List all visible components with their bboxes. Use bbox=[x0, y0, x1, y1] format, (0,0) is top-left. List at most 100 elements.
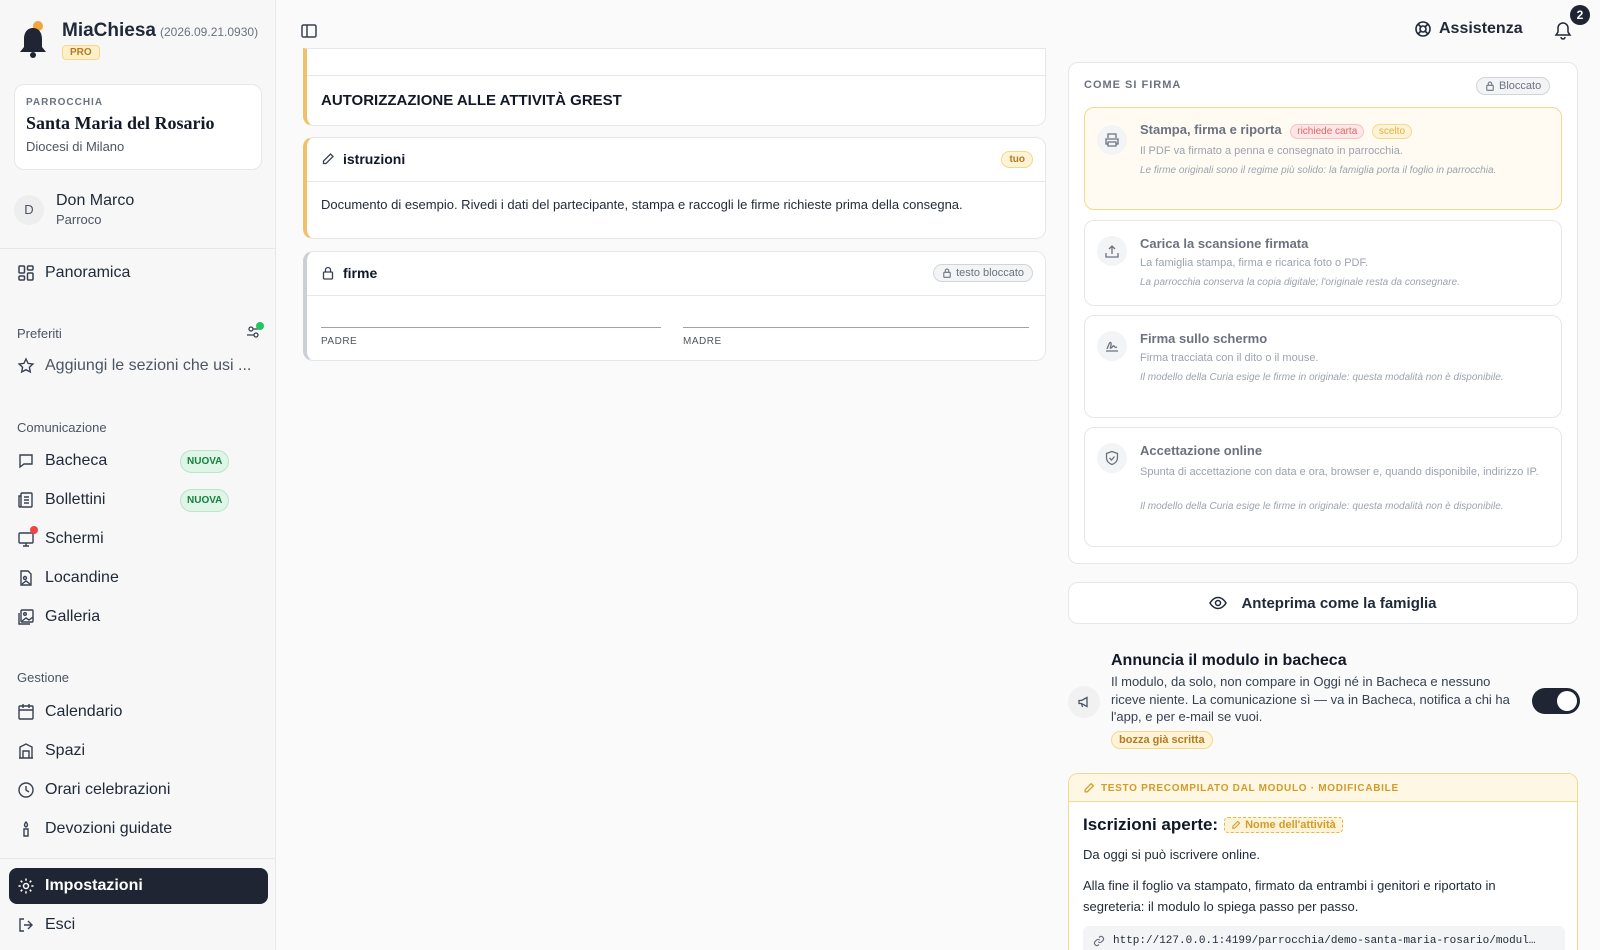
preview-label: Anteprima come la famiglia bbox=[1241, 594, 1437, 612]
signing-option-online[interactable]: Accettazione online Spunta di accettazio… bbox=[1084, 427, 1562, 547]
toggle-knob bbox=[1557, 691, 1577, 711]
new-badge: NUOVA bbox=[180, 489, 230, 512]
section-management: Gestione bbox=[17, 670, 70, 685]
draft-tag: bozza già scritta bbox=[1111, 731, 1213, 749]
locked-text-label: testo bloccato bbox=[956, 267, 1024, 279]
parish-name: Santa Maria del Rosario bbox=[26, 113, 215, 133]
parish-diocese: Diocesi di Milano bbox=[26, 139, 125, 154]
nav-label: Panoramica bbox=[45, 264, 131, 281]
nav-label: Bollettini bbox=[45, 491, 106, 508]
nav-item-locandine[interactable]: Locandine bbox=[17, 569, 262, 587]
clock-icon bbox=[17, 781, 35, 799]
nav-label: Impostazioni bbox=[45, 877, 143, 894]
option-title: Firma sullo schermo bbox=[1140, 331, 1268, 346]
notification-count-badge: 2 bbox=[1570, 5, 1590, 25]
nav-item-impostazioni-content[interactable]: Impostazioni bbox=[17, 877, 262, 895]
pencil-icon bbox=[1231, 820, 1241, 830]
nav-label: Esci bbox=[45, 916, 76, 933]
option-note: La parrocchia conserva la copia digitale… bbox=[1140, 277, 1460, 288]
signing-option-scan[interactable]: Carica la scansione firmata La famiglia … bbox=[1084, 220, 1562, 306]
printer-icon bbox=[1097, 125, 1127, 155]
chosen-tag: scelto bbox=[1371, 124, 1413, 139]
activity-name-placeholder[interactable]: Nome dell'attività bbox=[1224, 817, 1343, 833]
prefilled-line1: Da oggi si può iscrivere online. bbox=[1083, 847, 1261, 862]
section-favorites: Preferiti bbox=[17, 326, 62, 341]
document-title-card: AUTORIZZAZIONE ALLE ATTIVITÀ GREST bbox=[303, 48, 1046, 126]
option-note: Le firme originali sono il regime più so… bbox=[1140, 165, 1497, 176]
instructions-text: Documento di esempio. Rivedi i dati del … bbox=[321, 197, 963, 212]
logout-icon bbox=[17, 916, 35, 934]
gallery-icon bbox=[17, 608, 35, 626]
nav-item-devozioni[interactable]: Devozioni guidate bbox=[17, 820, 262, 838]
section-communication: Comunicazione bbox=[17, 420, 107, 435]
instructions-label: istruzioni bbox=[343, 151, 406, 167]
eye-icon bbox=[1209, 596, 1228, 610]
gear-icon bbox=[17, 877, 35, 895]
instructions-block[interactable]: istruzioni tuo Documento di esempio. Riv… bbox=[303, 137, 1046, 239]
nav-item-esci[interactable]: Esci bbox=[17, 916, 262, 934]
link-icon bbox=[1093, 935, 1105, 947]
nav-item-galleria[interactable]: Galleria bbox=[17, 608, 262, 626]
upload-icon bbox=[1097, 236, 1127, 266]
prefilled-link[interactable]: http://127.0.0.1:4199/parrocchia/demo-sa… bbox=[1083, 926, 1565, 950]
locked-text-tag: testo bloccato bbox=[933, 264, 1033, 282]
lock-icon bbox=[1485, 81, 1495, 91]
nav-label: Spazi bbox=[45, 742, 86, 759]
locked-label: Bloccato bbox=[1499, 80, 1542, 92]
parish-card[interactable]: PARROCCHIA Santa Maria del Rosario Dioce… bbox=[14, 84, 262, 170]
status-dot bbox=[256, 322, 264, 330]
nav-item-spazi[interactable]: Spazi bbox=[17, 742, 262, 760]
candle-icon bbox=[17, 820, 35, 838]
nav-item-schermi[interactable]: Schermi bbox=[17, 530, 262, 548]
lock-icon bbox=[942, 268, 952, 278]
megaphone-icon bbox=[1068, 686, 1100, 718]
nav-item-favorites-add[interactable]: Aggiungi le sezioni che usi ... bbox=[17, 357, 262, 375]
signing-option-screen[interactable]: Firma sullo schermo Firma tracciata con … bbox=[1084, 315, 1562, 418]
calendar-icon bbox=[17, 703, 35, 721]
option-title: Stampa, firma e riporta bbox=[1140, 122, 1282, 137]
signatures-block: firme testo bloccato PADRE MADRE bbox=[303, 251, 1046, 361]
nav-label: Schermi bbox=[45, 530, 104, 547]
file-image-icon bbox=[17, 569, 35, 587]
nav-item-overview[interactable]: Panoramica bbox=[17, 264, 262, 282]
brand: MiaChiesa (2026.09.21.0930) PRO bbox=[16, 20, 258, 62]
parish-kicker: PARROCCHIA bbox=[26, 97, 104, 108]
option-note: Il modello della Curia esige le firme in… bbox=[1140, 501, 1504, 512]
sidebar-toggle-icon[interactable] bbox=[300, 22, 318, 40]
signature-mother-label: MADRE bbox=[683, 336, 722, 347]
nav-item-orari[interactable]: Orari celebrazioni bbox=[17, 781, 262, 799]
signing-option-print[interactable]: Stampa, firma e riporta richiede carta s… bbox=[1084, 107, 1562, 210]
nav-label: Galleria bbox=[45, 608, 101, 625]
lifebuoy-icon bbox=[1414, 20, 1432, 38]
help-button[interactable]: Assistenza bbox=[1414, 20, 1523, 38]
nav-label: Locandine bbox=[45, 569, 119, 586]
signature-line-mother bbox=[683, 327, 1029, 328]
prefilled-heading: TESTO PRECOMPILATO DAL MODULO · MODIFICA… bbox=[1101, 782, 1399, 794]
owner-tag: tuo bbox=[1001, 151, 1033, 168]
help-label: Assistenza bbox=[1439, 20, 1523, 37]
locked-badge: Bloccato bbox=[1476, 77, 1551, 95]
requires-paper-tag: richiede carta bbox=[1290, 124, 1365, 139]
plan-badge: PRO bbox=[62, 45, 100, 60]
alert-dot bbox=[30, 526, 38, 534]
signatures-label: firme bbox=[343, 265, 378, 281]
divider bbox=[0, 248, 276, 249]
star-icon bbox=[17, 357, 35, 375]
avatar: D bbox=[14, 194, 44, 225]
nav-label: Orari celebrazioni bbox=[45, 781, 171, 798]
app-version: (2026.09.21.0930) bbox=[159, 25, 259, 39]
building-icon bbox=[17, 742, 35, 760]
document-title: AUTORIZZAZIONE ALLE ATTIVITÀ GREST bbox=[321, 92, 622, 109]
family-preview-button[interactable]: Anteprima come la famiglia bbox=[1068, 582, 1578, 624]
announce-title: Annuncia il modulo in bacheca bbox=[1111, 652, 1347, 669]
user-profile[interactable]: D Don Marco Parroco bbox=[14, 192, 134, 227]
placeholder-label: Nome dell'attività bbox=[1245, 819, 1336, 831]
prefilled-title: Iscrizioni aperte: bbox=[1083, 815, 1219, 834]
nav-item-calendario[interactable]: Calendario bbox=[17, 703, 262, 721]
nav-label: Bacheca bbox=[45, 452, 108, 469]
grid-icon bbox=[17, 264, 35, 282]
announce-toggle[interactable] bbox=[1532, 688, 1580, 714]
signature-father-label: PADRE bbox=[321, 336, 358, 347]
signature-icon bbox=[1097, 331, 1127, 361]
bell-icon[interactable] bbox=[1554, 21, 1572, 40]
